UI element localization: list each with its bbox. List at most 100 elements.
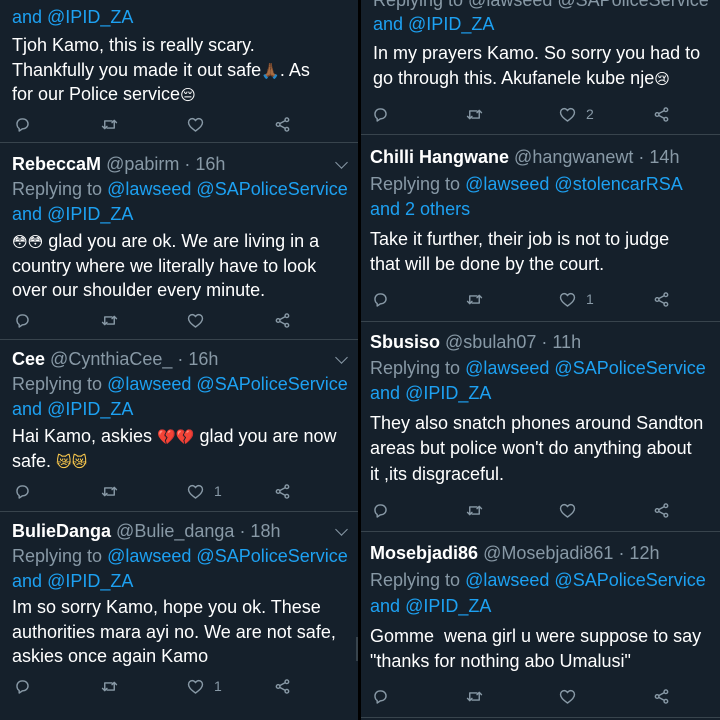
handle[interactable]: @Bulie_danga — [116, 521, 234, 541]
mention-link[interactable]: @lawseed — [107, 546, 191, 566]
timestamp[interactable]: · 11h — [541, 332, 581, 352]
mention-link[interactable]: and 2 others — [370, 199, 470, 219]
tweet[interactable]: RebeccaM @pabirm · 16h Replying to @laws… — [0, 143, 358, 339]
display-name[interactable]: Mosebjadi86 — [370, 543, 478, 563]
mention-link[interactable]: @lawseed — [465, 174, 549, 194]
retweet-button[interactable] — [465, 103, 484, 125]
display-name[interactable]: Chilli Hangwane — [370, 147, 509, 167]
mention-link[interactable]: @SAPoliceService — [554, 358, 705, 378]
retweet-button[interactable] — [465, 499, 484, 521]
scrollbar[interactable] — [356, 637, 358, 661]
mention-link[interactable]: @lawseed — [107, 179, 191, 199]
reply-icon — [371, 105, 390, 124]
reply-button[interactable] — [371, 685, 390, 707]
reply-button[interactable] — [13, 113, 32, 135]
reply-button[interactable] — [13, 480, 32, 502]
mention-link[interactable]: and @IPID_ZA — [373, 14, 494, 34]
like-count: 1 — [214, 483, 222, 499]
like-button[interactable]: 2 — [558, 103, 594, 125]
share-button[interactable] — [652, 685, 671, 707]
tweet[interactable]: Sbusiso @sbulah07 · 11h Replying to @law… — [361, 322, 720, 531]
share-button[interactable] — [273, 113, 292, 135]
tweet[interactable]: BulieDanga @Bulie_danga · 18h Replying t… — [0, 512, 358, 720]
display-name[interactable]: RebeccaM — [12, 154, 101, 174]
mention-link[interactable]: @SAPoliceService — [196, 546, 347, 566]
tweet-actions: 2 — [361, 103, 720, 125]
timestamp[interactable]: · 16h — [177, 349, 218, 369]
mention-link[interactable]: @IPID_ZA — [405, 383, 491, 403]
mention-link[interactable]: @SAPoliceService — [554, 570, 705, 590]
like-button[interactable] — [558, 499, 577, 521]
reply-button[interactable] — [371, 499, 390, 521]
handle[interactable]: @CynthiaCee_ — [50, 349, 172, 369]
tweet[interactable]: and @IPID_ZA Tjoh Kamo, this is really s… — [0, 0, 358, 142]
heart-icon — [186, 311, 205, 330]
reply-icon — [13, 482, 32, 501]
timestamp[interactable]: · 12h — [618, 543, 659, 563]
flushed-face-emoji: 😳😳 — [12, 233, 44, 251]
tweet[interactable]: Replying to @lawseed @SAPoliceService an… — [361, 0, 720, 134]
handle[interactable]: @Mosebjadi861 — [483, 543, 613, 563]
crying-face-emoji: 😢 — [654, 70, 670, 88]
mention-link[interactable]: @IPID_ZA — [405, 596, 491, 616]
mention-link[interactable]: @IPID_ZA — [47, 571, 133, 591]
display-name[interactable]: Cee — [12, 349, 45, 369]
tweet-actions — [361, 685, 720, 707]
like-button[interactable] — [186, 309, 205, 331]
tweet-text-line: over our shoulder every minute. — [12, 280, 266, 300]
like-button[interactable]: 1 — [558, 288, 594, 310]
share-button[interactable] — [652, 499, 671, 521]
like-button[interactable]: 1 — [186, 675, 222, 697]
tweet[interactable]: Chilli Hangwane @hangwanewt · 14h Replyi… — [361, 135, 720, 321]
like-button[interactable]: 1 — [186, 480, 222, 502]
retweet-button[interactable] — [100, 675, 119, 697]
mention-link[interactable]: @IPID_ZA — [47, 204, 133, 224]
tweet[interactable]: Mosebjadi86 @Mosebjadi861 · 12h Replying… — [361, 532, 720, 720]
handle[interactable]: @pabirm — [106, 154, 179, 174]
reply-button[interactable] — [13, 309, 32, 331]
tweet-actions — [0, 309, 358, 331]
handle[interactable]: @sbulah07 — [445, 332, 536, 352]
left-timeline[interactable]: and @IPID_ZA Tjoh Kamo, this is really s… — [0, 0, 358, 720]
share-icon — [652, 105, 671, 124]
share-button[interactable] — [273, 480, 292, 502]
replying-to: and @IPID_ZA — [12, 570, 134, 591]
retweet-button[interactable] — [100, 309, 119, 331]
timestamp[interactable]: · 14h — [638, 147, 679, 167]
reply-icon — [371, 290, 390, 309]
like-button[interactable] — [186, 113, 205, 135]
retweet-button[interactable] — [100, 113, 119, 135]
mention-link[interactable]: @SAPoliceService — [196, 374, 347, 394]
reply-button[interactable] — [13, 675, 32, 697]
mention-link[interactable]: @lawseed — [465, 570, 549, 590]
replying-to: Replying to @lawseed @stolencarRSA — [370, 174, 683, 194]
retweet-button[interactable] — [465, 288, 484, 310]
mention-link[interactable]: @lawseed — [465, 358, 549, 378]
like-button[interactable] — [558, 685, 577, 707]
like-count: 1 — [214, 678, 222, 694]
mention-link[interactable]: @IPID_ZA — [47, 399, 133, 419]
share-button[interactable] — [652, 103, 671, 125]
reply-button[interactable] — [371, 103, 390, 125]
tweet-text-line: Thankfully you made it out safe🙏🏾. As — [12, 59, 310, 80]
right-timeline[interactable]: Replying to @lawseed @SAPoliceService an… — [361, 0, 720, 720]
mention-link[interactable]: and @IPID_ZA — [12, 7, 133, 27]
handle[interactable]: @hangwanewt — [514, 147, 633, 167]
replying-to: Replying to @lawseed @SAPoliceService — [12, 546, 348, 566]
timestamp[interactable]: · 16h — [184, 154, 225, 174]
retweet-button[interactable] — [465, 685, 484, 707]
mention-link[interactable]: @SAPoliceService — [196, 179, 347, 199]
share-button[interactable] — [273, 675, 292, 697]
tweet-text-line: "thanks for nothing abo Umalusi" — [370, 651, 631, 671]
display-name[interactable]: Sbusiso — [370, 332, 440, 352]
replying-to: and @IPID_ZA — [12, 398, 134, 419]
share-button[interactable] — [273, 309, 292, 331]
retweet-button[interactable] — [100, 480, 119, 502]
mention-link[interactable]: @stolencarRSA — [554, 174, 682, 194]
share-button[interactable] — [652, 288, 671, 310]
timestamp[interactable]: · 18h — [239, 521, 280, 541]
display-name[interactable]: BulieDanga — [12, 521, 111, 541]
tweet[interactable]: Cee @CynthiaCee_ · 16h Replying to @laws… — [0, 340, 358, 511]
reply-button[interactable] — [371, 288, 390, 310]
mention-link[interactable]: @lawseed — [107, 374, 191, 394]
